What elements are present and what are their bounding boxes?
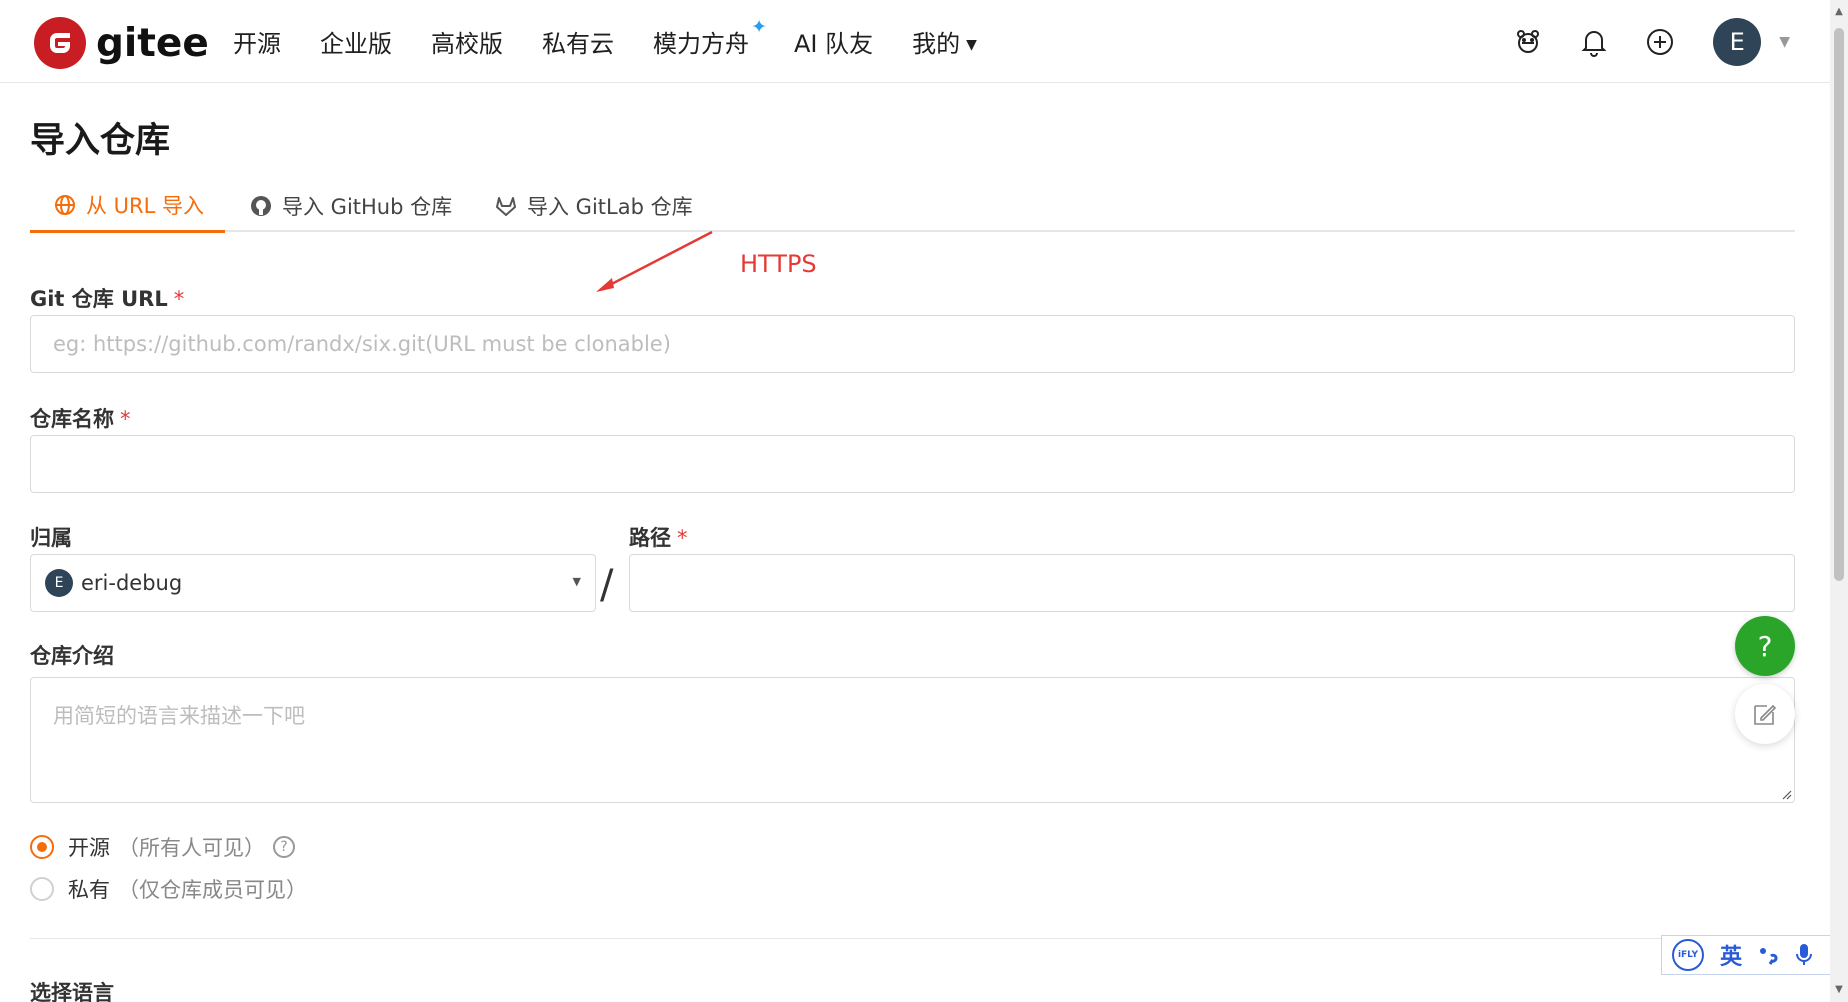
nav-item-mine-label: 我的 xyxy=(912,30,961,58)
visibility-public-hint: （所有人可见） xyxy=(118,836,265,860)
nav-item-open-source[interactable]: 开源 xyxy=(233,24,281,59)
description-label: 仓库介绍 xyxy=(30,644,114,668)
globe-icon xyxy=(54,194,76,216)
visibility-private-label: 私有 xyxy=(68,878,110,902)
chevron-down-icon: ▼ xyxy=(572,575,581,588)
page-title: 导入仓库 xyxy=(30,121,171,161)
ifly-logo-mark: iFLY xyxy=(1672,939,1704,971)
nav-actions: E ▼ xyxy=(1479,18,1790,66)
edit-icon xyxy=(1754,704,1777,725)
microphone-icon[interactable] xyxy=(1794,943,1814,967)
visibility-private-option[interactable]: 私有 （仅仓库成员可见） xyxy=(30,874,307,904)
description-placeholder: 用简短的语言来描述一下吧 xyxy=(53,704,305,728)
required-mark: * xyxy=(120,407,131,431)
required-mark: * xyxy=(677,526,688,550)
path-label: 路径 * xyxy=(629,522,688,552)
path-input[interactable] xyxy=(629,554,1795,612)
visibility-public-label: 开源 xyxy=(68,836,110,860)
gitee-logo-icon xyxy=(34,17,86,69)
sparkle-icon: ✦ xyxy=(751,16,767,38)
plus-circle-icon[interactable] xyxy=(1643,25,1677,59)
annotation-text: HTTPS xyxy=(740,250,817,278)
nav-item-private-cloud[interactable]: 私有云 xyxy=(542,24,614,59)
radio-private[interactable] xyxy=(30,877,54,901)
tab-gitlab-label: 导入 GitLab 仓库 xyxy=(527,195,693,219)
page-root: gitee 开源 企业版 高校版 私有云 模力方舟 ✦ AI 队友 我的 ▼ E… xyxy=(0,0,1848,1002)
git-url-placeholder: eg: https://github.com/randx/six.git(URL… xyxy=(53,332,671,356)
scroll-up-icon[interactable]: ▲ xyxy=(1834,6,1844,18)
visibility-private-hint: （仅仓库成员可见） xyxy=(118,878,307,902)
path-label-text: 路径 xyxy=(629,526,671,550)
radio-public[interactable] xyxy=(30,835,54,859)
nav-item-enterprise[interactable]: 企业版 xyxy=(320,24,392,59)
required-mark: * xyxy=(173,287,185,311)
question-circle-icon[interactable]: ? xyxy=(273,836,295,858)
owner-select-value: E eri-debug xyxy=(45,569,183,597)
repo-name-label-text: 仓库名称 xyxy=(30,407,114,431)
annotation-arrow-icon xyxy=(596,230,713,292)
import-tabs: 从 URL 导入 导入 GitHub 仓库 导入 GitLab 仓库 xyxy=(30,180,1795,233)
ifly-logo[interactable]: iFLY xyxy=(1672,939,1704,971)
gitlab-icon xyxy=(495,195,517,217)
avatar-caret-icon[interactable]: ▼ xyxy=(1779,34,1790,50)
scroll-down-icon[interactable]: ▼ xyxy=(1834,984,1844,996)
ime-mode-toggle[interactable]: 英 xyxy=(1720,939,1742,971)
nav-item-moli[interactable]: 模力方舟 ✦ xyxy=(653,16,767,59)
path-separator: / xyxy=(600,562,614,608)
tab-github-label: 导入 GitHub 仓库 xyxy=(282,195,453,219)
tab-from-url-label: 从 URL 导入 xyxy=(86,194,205,218)
tab-github[interactable]: 导入 GitHub 仓库 xyxy=(250,180,452,232)
visibility-public-option[interactable]: 开源 （所有人可见） ? xyxy=(30,832,295,862)
owner-label: 归属 xyxy=(30,526,72,550)
owner-select[interactable]: E eri-debug ▼ xyxy=(30,554,596,612)
github-icon xyxy=(250,195,272,217)
ime-toolbar: iFLY 英 xyxy=(1661,935,1845,975)
vertical-scrollbar[interactable]: ▲ ▼ xyxy=(1830,0,1848,1002)
owner-name: eri-debug xyxy=(81,571,183,595)
gitee-logo[interactable]: gitee xyxy=(34,17,209,69)
language-section-label: 选择语言 xyxy=(30,981,114,1002)
scrollbar-thumb[interactable] xyxy=(1834,28,1844,581)
tab-gitlab[interactable]: 导入 GitLab 仓库 xyxy=(495,180,693,232)
feedback-button[interactable] xyxy=(1735,684,1795,744)
help-button[interactable]: ? xyxy=(1735,616,1795,676)
nav-item-education[interactable]: 高校版 xyxy=(431,24,503,59)
section-divider xyxy=(30,938,1795,939)
punctuation-icon[interactable] xyxy=(1758,945,1778,965)
mascot-icon[interactable] xyxy=(1511,25,1545,59)
git-url-label-text: Git 仓库 URL xyxy=(30,287,168,311)
brand-name: gitee xyxy=(96,20,209,66)
tab-from-url[interactable]: 从 URL 导入 xyxy=(30,180,225,233)
repo-name-input[interactable] xyxy=(30,435,1795,493)
owner-avatar: E xyxy=(45,569,73,597)
git-url-input[interactable]: eg: https://github.com/randx/six.git(URL… xyxy=(30,315,1795,373)
caret-down-icon: ▼ xyxy=(966,37,977,53)
description-textarea[interactable]: 用简短的语言来描述一下吧 xyxy=(30,677,1795,803)
git-url-label: Git 仓库 URL * xyxy=(30,283,184,313)
nav-item-mine[interactable]: 我的 ▼ xyxy=(912,24,977,59)
main-nav: 开源 企业版 高校版 私有云 模力方舟 ✦ AI 队友 我的 ▼ xyxy=(233,16,1016,59)
bell-icon[interactable] xyxy=(1577,25,1611,59)
user-avatar[interactable]: E xyxy=(1713,18,1762,66)
nav-item-ai[interactable]: AI 队友 xyxy=(794,24,873,59)
repo-name-label: 仓库名称 * xyxy=(30,403,131,433)
nav-item-moli-label: 模力方舟 xyxy=(653,30,749,58)
top-nav: gitee 开源 企业版 高校版 私有云 模力方舟 ✦ AI 队友 我的 ▼ E… xyxy=(0,0,1830,83)
resize-handle-icon[interactable] xyxy=(1780,788,1792,800)
